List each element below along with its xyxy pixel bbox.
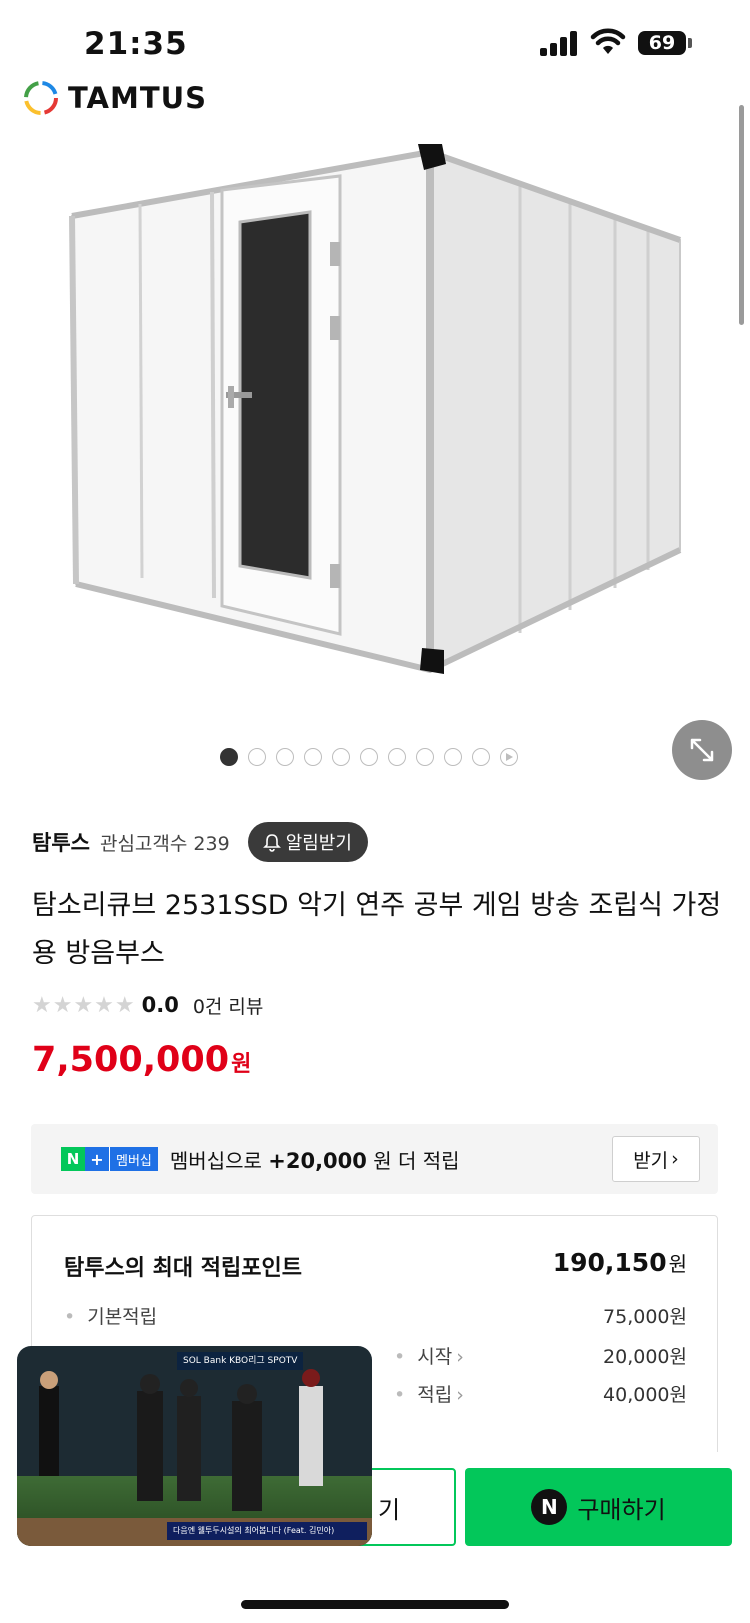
membership-text-suffix: 원 더 적립: [373, 1148, 460, 1173]
status-time: 21:35: [84, 26, 188, 62]
naver-pay-n-icon: N: [531, 1489, 568, 1525]
product-image[interactable]: [0, 130, 750, 730]
points-total: 190,150 원: [553, 1248, 687, 1277]
rating-score: 0.0: [141, 993, 179, 1017]
points-total-value: 190,150: [552, 1248, 667, 1277]
points-row: 기본적립 75,000원: [64, 1302, 687, 1332]
gallery-dot[interactable]: [248, 748, 266, 766]
status-bar: 21:35 69: [0, 0, 750, 80]
gallery-dot[interactable]: [276, 748, 294, 766]
gallery-dot[interactable]: [416, 748, 434, 766]
rating-row: ★★★★★ 0.0 0건 리뷰: [32, 990, 263, 1020]
battery-icon: 69: [638, 31, 686, 55]
cellular-signal-icon: [540, 30, 580, 56]
brand-logo-icon: [24, 81, 58, 115]
expand-image-button[interactable]: [672, 720, 732, 780]
page: 21:35 69 TAMTUS 탐투스 관심고객수 239 알림받기 탐소리큐브…: [0, 0, 750, 1623]
gallery-dot[interactable]: [388, 748, 406, 766]
membership-text-prefix: 멤버십으로: [169, 1148, 262, 1173]
gallery-dot[interactable]: [304, 748, 322, 766]
points-row-label: 적립›: [394, 1380, 464, 1407]
gallery-dot[interactable]: [332, 748, 350, 766]
gallery-dot[interactable]: [444, 748, 462, 766]
buy-label: 구매하기: [577, 1495, 666, 1524]
play-icon: [506, 753, 513, 761]
points-row-value: 40,000원: [603, 1384, 687, 1406]
points-title: 탐투스의 최대 적립포인트: [64, 1256, 302, 1281]
gallery-dot[interactable]: [360, 748, 378, 766]
pip-ticker: 다음엔 웰투두시설의 최어봅니다 (Feat. 김민아): [167, 1522, 367, 1540]
gallery-dot[interactable]: [220, 748, 238, 766]
cart-label: 기: [378, 1496, 401, 1524]
bell-plus-icon: [262, 834, 281, 852]
store-fans-count: 관심고객수 239: [99, 832, 230, 855]
brand-name: TAMTUS: [68, 81, 208, 115]
product-title: 탐소리큐브 2531SSD 악기 연주 공부 게임 방송 조립식 가정용 방음부…: [32, 890, 722, 969]
home-indicator[interactable]: [241, 1600, 509, 1609]
alarm-label: 알림받기: [285, 833, 352, 854]
gallery-video-dot[interactable]: [500, 748, 518, 766]
pip-scoreboard: SOL Bank KBO리그 SPOTV: [177, 1352, 304, 1370]
store-row: 탐투스 관심고객수 239 알림받기: [32, 822, 368, 862]
membership-amount: +20,000: [268, 1148, 367, 1173]
points-total-unit: 원: [668, 1252, 687, 1276]
buy-button[interactable]: N 구매하기: [465, 1468, 732, 1546]
price-value: 7,500,000: [32, 1040, 230, 1080]
pip-players-image: [39, 1369, 323, 1511]
points-row-value: 75,000원: [603, 1306, 687, 1328]
membership-text: 멤버십으로 +20,000 원 더 적립: [170, 1145, 460, 1174]
points-row-label: 기본적립: [64, 1302, 157, 1329]
price-unit: 원: [231, 1052, 252, 1077]
alarm-button[interactable]: 알림받기: [247, 822, 368, 862]
chevron-right-icon: ›: [671, 1148, 679, 1170]
brand-header[interactable]: TAMTUS: [22, 78, 207, 118]
review-count[interactable]: 0건 리뷰: [193, 992, 264, 1019]
points-row-label: 시작›: [394, 1342, 464, 1369]
membership-banner: N + 멤버십 멤버십으로 +20,000 원 더 적립 받기 ›: [31, 1124, 718, 1194]
gallery-dot[interactable]: [472, 748, 490, 766]
rating-stars-icon: ★★★★★: [32, 992, 136, 1018]
nplus-membership-badge: N + 멤버십: [61, 1147, 158, 1171]
receive-label: 받기: [633, 1149, 669, 1172]
pip-video-player[interactable]: SOL Bank KBO리그 SPOTV 다음엔 웰투두시설의 최어봅니다 (F…: [17, 1346, 372, 1546]
membership-badge-label: 멤버십: [109, 1147, 158, 1171]
store-name[interactable]: 탐투스: [32, 827, 90, 857]
plus-icon: +: [85, 1147, 109, 1171]
wifi-icon: [590, 28, 626, 54]
expand-icon: [690, 738, 714, 762]
naver-n-icon: N: [61, 1147, 85, 1171]
battery-cap: [688, 38, 692, 48]
points-row-value: 20,000원: [603, 1346, 687, 1368]
gallery-pagination: [220, 748, 518, 766]
receive-button[interactable]: 받기 ›: [612, 1136, 700, 1182]
price: 7,500,000 원: [32, 1040, 251, 1080]
